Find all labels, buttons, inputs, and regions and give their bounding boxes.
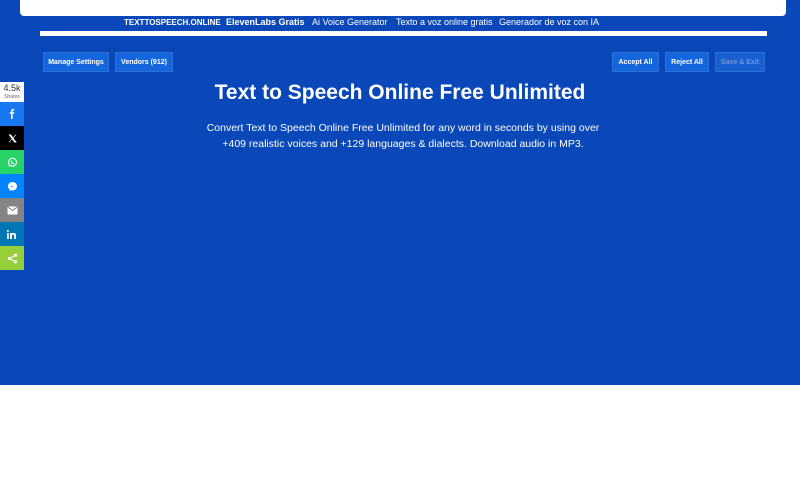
- linkedin-icon: [7, 229, 17, 239]
- share-count-label: Shares: [4, 94, 20, 100]
- share-linkedin-button[interactable]: [0, 222, 24, 246]
- share-count: 4.5k Shares: [0, 82, 24, 102]
- nav-link-generador[interactable]: Generador de voz con IA: [499, 17, 599, 27]
- email-icon: [7, 206, 18, 215]
- share-more-button[interactable]: [0, 246, 24, 270]
- consent-divider: [40, 31, 767, 36]
- x-twitter-icon: [7, 134, 17, 143]
- share-icon: [7, 253, 18, 264]
- facebook-icon: [7, 109, 17, 119]
- nav-brand-link[interactable]: TEXTTOSPEECH.ONLINE: [124, 18, 221, 27]
- nav-link-elevenlabs[interactable]: ElevenLabs Gratis: [226, 17, 305, 27]
- hero-section: WE CARE ABOUT YOUR PRIVACY TEXTTOSPEECH.…: [0, 0, 800, 385]
- vendors-button[interactable]: Vendors (912): [115, 52, 173, 72]
- messenger-icon: [7, 181, 18, 192]
- accept-all-button[interactable]: Accept All: [612, 52, 659, 72]
- save-exit-button[interactable]: Save & Exit: [715, 52, 765, 72]
- share-whatsapp-button[interactable]: [0, 150, 24, 174]
- nav-link-ai-voice[interactable]: Ai Voice Generator: [312, 17, 388, 27]
- share-count-number: 4.5k: [3, 83, 21, 93]
- page-title: Text to Speech Online Free Unlimited: [214, 81, 586, 104]
- share-email-button[interactable]: [0, 198, 24, 222]
- page-subtitle: Convert Text to Speech Online Free Unlim…: [206, 122, 600, 150]
- share-x-button[interactable]: [0, 126, 24, 150]
- nav-link-texto-a-voz[interactable]: Texto a voz online gratis: [396, 17, 493, 27]
- whatsapp-icon: [7, 157, 18, 168]
- reject-all-button[interactable]: Reject All: [665, 52, 709, 72]
- manage-settings-button[interactable]: Manage Settings: [43, 52, 109, 72]
- share-messenger-button[interactable]: [0, 174, 24, 198]
- share-facebook-button[interactable]: [0, 102, 24, 126]
